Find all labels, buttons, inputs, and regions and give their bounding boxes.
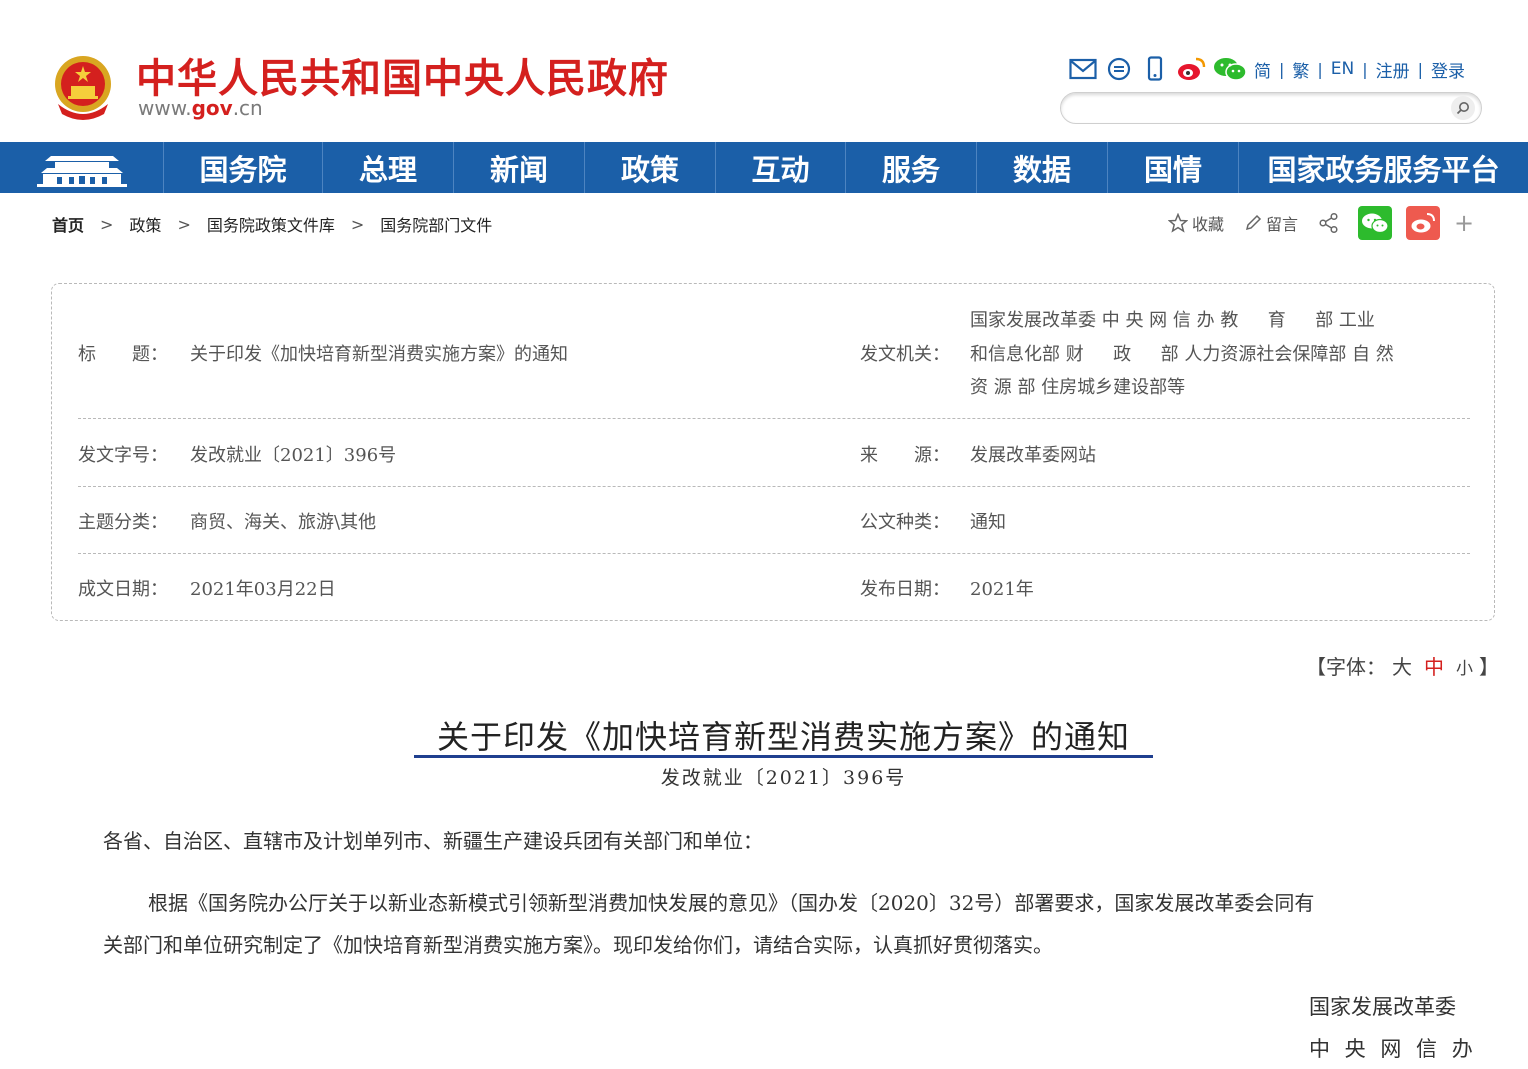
topic-value: 商贸、海关、旅游\其他 [190,512,377,533]
font-size-small[interactable]: 小 [1456,659,1473,679]
star-icon [1168,213,1188,233]
font-size-switcher: 【字体：大中小】 [1306,651,1499,680]
comment-button[interactable]: 留言 [1244,211,1298,235]
lang-english-link[interactable]: EN [1331,59,1354,79]
article-title: 关于印发《加快培育新型消费实施方案》的通知 [436,718,1130,756]
title-label: 标 题： [78,344,168,365]
url-gov: gov [191,96,233,120]
topic-label: 主题分类： [78,512,168,533]
wechat-share-icon[interactable] [1358,206,1393,240]
search-box [1060,92,1482,124]
paragraph-line: 根据《国务院办公厅关于以新业态新模式引领新型消费加快发展的意见》（国办发〔202… [148,891,1315,915]
nav-item-service-platform[interactable]: 国家政务服务平台 [1239,142,1528,193]
source-value: 发展改革委网站 [970,445,1096,466]
favorite-label: 收藏 [1192,215,1225,234]
info-row: 发文字号： 发改就业〔2021〕396号 来 源： 发展改革委网站 [78,419,1470,487]
favorite-button[interactable]: 收藏 [1168,211,1224,235]
share-bar: 收藏 留言 + [1168,205,1474,241]
breadcrumb-home[interactable]: 首页 [52,212,84,236]
site-url: www.gov.cn [138,96,263,120]
info-row: 主题分类： 商贸、海关、旅游\其他 公文种类： 通知 [78,487,1470,554]
font-size-large[interactable]: 大 [1392,655,1412,679]
written-date-value: 2021年03月22日 [190,579,336,600]
doc-type-label: 公文种类： [860,512,950,533]
font-size-prefix: 【字体： [1306,655,1386,679]
separator: | [1317,59,1323,79]
register-link[interactable]: 注册 [1376,57,1410,82]
source-label: 来 源： [860,445,950,466]
site-header: 中华人民共和国中央人民政府 www.gov.cn 简 | 繁 | EN | 注册… [0,0,1528,142]
nav-item-premier[interactable]: 总理 [323,142,454,193]
share-icon[interactable] [1318,212,1344,234]
nav-item-news[interactable]: 新闻 [454,142,585,193]
comment-label: 留言 [1266,215,1299,234]
breadcrumb-policy[interactable]: 政策 [129,212,161,236]
docno-value: 发改就业〔2021〕396号 [190,445,397,466]
url-suffix: .cn [232,96,263,120]
docno-label: 发文字号： [78,445,168,466]
search-icon[interactable] [1451,96,1475,120]
tiananmen-logo-icon[interactable] [0,142,164,193]
paragraph-line: 关部门和单位研究制定了《加快培育新型消费实施方案》。现印发给你们，请结合实际，认… [103,933,1053,957]
nav-item-data[interactable]: 数据 [977,142,1108,193]
mobile-icon[interactable] [1140,56,1170,82]
wechat-icon[interactable] [1212,56,1248,82]
document-info-table: 标 题： 关于印发《加快培育新型消费实施方案》的通知 发文机关： 国家发展改革委… [51,283,1495,621]
article-doc-number: 发改就业〔2021〕396号 [660,767,907,789]
nav-item-services[interactable]: 服务 [846,142,977,193]
weibo-share-icon[interactable] [1406,206,1441,240]
issuer-line: 国家发展改革委 中 央 网 信 办 教 育 部 工业 [970,310,1375,331]
published-date-value: 2021年 [970,579,1034,600]
national-emblem-logo[interactable] [50,52,116,122]
breadcrumb-policy-library[interactable]: 国务院政策文件库 [207,212,335,236]
lang-simplified-link[interactable]: 简 [1254,57,1271,82]
main-nav: 国务院 总理 新闻 政策 互动 服务 数据 国情 国家政务服务平台 [0,142,1528,193]
info-row: 成文日期： 2021年03月22日 发布日期： 2021年 [78,554,1470,620]
nav-item-policy[interactable]: 政策 [585,142,716,193]
title-underline [414,755,1153,758]
info-row: 标 题： 关于印发《加快培育新型消费实施方案》的通知 发文机关： 国家发展改革委… [78,284,1470,419]
mail-icon[interactable] [1068,56,1098,82]
breadcrumb-department-docs[interactable]: 国务院部门文件 [380,212,492,236]
doc-type-value: 通知 [970,512,1006,533]
salutation: 各省、自治区、直辖市及计划单列市、新疆生产建设兵团有关部门和单位： [103,829,763,853]
pencil-icon [1245,214,1262,231]
top-toolbar: 简 | 繁 | EN | 注册 | 登录 [1068,55,1465,83]
chevron-right-icon: > [177,214,191,234]
weibo-icon[interactable] [1176,56,1206,82]
issuer-line: 和信息化部 财 政 部 人力资源社会保障部 自 然 [970,344,1394,365]
signature-line: 国家发展改革委 [1309,995,1456,1019]
url-prefix: www. [138,96,192,120]
separator: | [1279,59,1285,79]
separator: | [1417,59,1424,79]
separator: | [1362,59,1368,79]
nav-item-national-info[interactable]: 国情 [1108,142,1239,193]
signature-line: 中 央 网 信 办 [1309,1037,1477,1061]
breadcrumb: 首页 > 政策 > 国务院政策文件库 > 国务院部门文件 [52,212,492,236]
written-date-label: 成文日期： [78,579,168,600]
issuer-label: 发文机关： [860,344,950,365]
font-size-suffix: 】 [1479,655,1499,679]
nav-item-interaction[interactable]: 互动 [716,142,846,193]
lang-traditional-link[interactable]: 繁 [1292,57,1309,82]
title-value: 关于印发《加快培育新型消费实施方案》的通知 [190,344,568,365]
more-share-icon[interactable]: + [1454,209,1474,237]
chevron-right-icon: > [100,214,114,234]
published-date-label: 发布日期： [860,579,950,600]
issuer-line: 资 源 部 住房城乡建设部等 [970,377,1186,398]
login-link[interactable]: 登录 [1431,57,1465,82]
chat-icon[interactable] [1104,56,1134,82]
chevron-right-icon: > [350,214,365,234]
font-size-medium[interactable]: 中 [1424,655,1444,679]
nav-item-state-council[interactable]: 国务院 [164,142,323,193]
search-input[interactable] [1075,98,1439,120]
